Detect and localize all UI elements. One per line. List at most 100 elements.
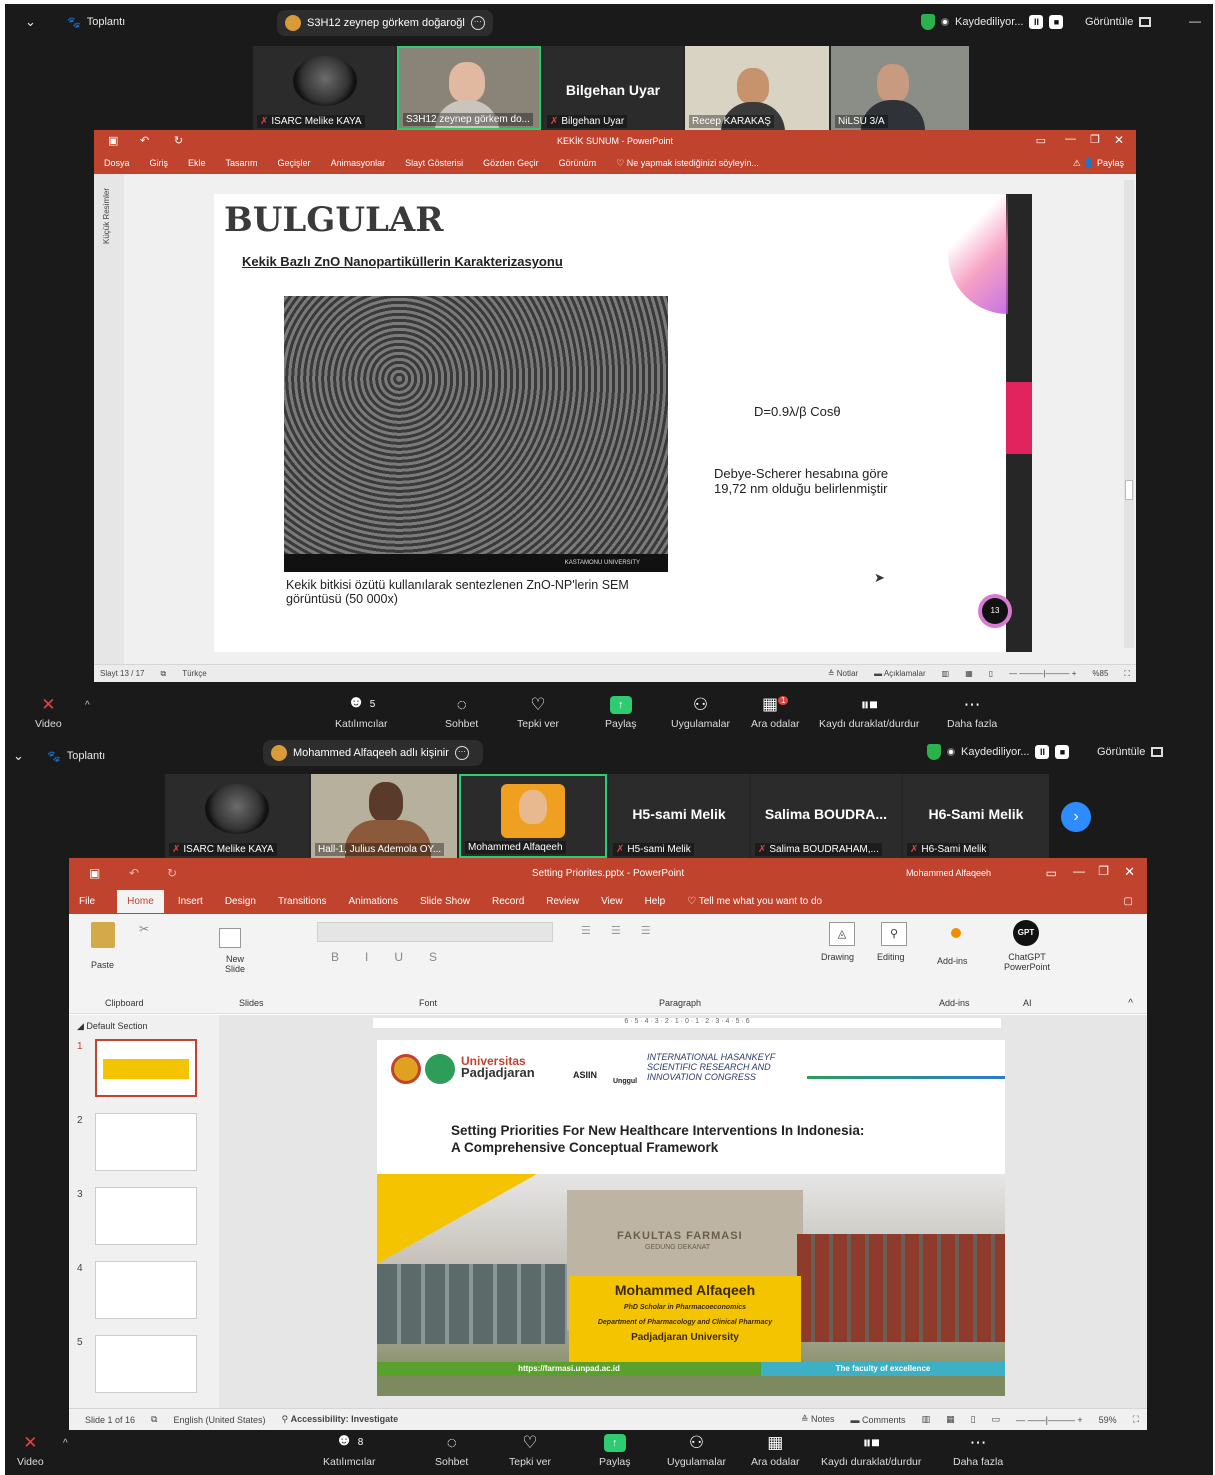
view-button[interactable]: Görüntüle	[1085, 16, 1152, 28]
view-button[interactable]: Görüntüle	[1097, 746, 1164, 758]
participant-tile[interactable]: Recep KARAKAŞ	[685, 46, 829, 130]
reactions-button[interactable]: ♡ Tepki ver	[509, 1434, 551, 1469]
normal-view-icon[interactable]: ▥	[942, 669, 950, 678]
slide-thumbnail[interactable]	[95, 1113, 197, 1171]
meeting-info-button[interactable]: 🐾 Toplantı	[67, 16, 125, 29]
more-button[interactable]: ⋯ Daha fazla	[947, 696, 997, 731]
pause-recording-icon[interactable]: II	[1029, 15, 1044, 29]
paste-button[interactable]: Paste	[91, 960, 114, 970]
close-icon[interactable]: ✕	[1124, 864, 1135, 880]
paste-icon[interactable]	[91, 922, 115, 948]
more-options-icon[interactable]: ···	[454, 746, 469, 760]
participant-tile[interactable]: ✗ ISARC Melike KAYA	[165, 774, 309, 858]
section-header[interactable]: ◢ Default Section	[77, 1021, 147, 1032]
drawing-button[interactable]: Drawing	[821, 952, 854, 962]
participants-button[interactable]: ☻ 5 Katılımcılar	[335, 693, 388, 731]
chevron-down-icon[interactable]: ⌄	[13, 748, 24, 764]
apps-button[interactable]: ⚇ Uygulamalar	[671, 696, 730, 731]
tab-help[interactable]: Help	[645, 896, 666, 907]
record-control-button[interactable]: ⏸⏹ Kaydı duraklat/durdur	[821, 1434, 921, 1469]
zoom-slider[interactable]: — ——|——— +	[1016, 1415, 1083, 1425]
minimize-icon[interactable]: —	[1073, 864, 1085, 878]
comments-button[interactable]: ▬ Comments	[851, 1415, 906, 1425]
video-button[interactable]: ✕ Video	[35, 696, 62, 731]
meeting-info-button[interactable]: 🐾 Toplantı	[47, 750, 105, 763]
menu-home[interactable]: Giriş	[150, 158, 169, 168]
tab-file[interactable]: File	[79, 896, 95, 907]
thumbnail-panel-collapsed[interactable]: Küçük Resimler	[94, 174, 124, 664]
new-slide-button[interactable]: New Slide	[215, 954, 255, 974]
tab-design[interactable]: Design	[225, 896, 256, 907]
tab-slideshow[interactable]: Slide Show	[420, 896, 470, 907]
spell-check-icon[interactable]: ⧉	[160, 669, 166, 679]
slide-sorter-icon[interactable]: ▦	[965, 669, 973, 678]
notes-button[interactable]: ≙ Notlar	[828, 669, 858, 678]
more-button[interactable]: ⋯ Daha fazla	[953, 1434, 1003, 1469]
chatgpt-button[interactable]: ChatGPT PowerPoint	[997, 952, 1057, 972]
participant-tile[interactable]: S3H12 zeynep görkem do...	[397, 46, 541, 130]
slide-canvas[interactable]: BULGULAR Kekik Bazlı ZnO Nanopartiküller…	[214, 194, 1032, 652]
vertical-scrollbar[interactable]	[1124, 180, 1134, 648]
breakout-rooms-button[interactable]: ▦ Ara odalar	[751, 1434, 799, 1469]
menu-slideshow[interactable]: Slayt Gösterisi	[405, 158, 463, 168]
video-button[interactable]: ✕ Video	[17, 1434, 44, 1469]
slide-thumbnail[interactable]	[95, 1039, 197, 1097]
tab-insert[interactable]: Insert	[178, 896, 203, 907]
participant-tile[interactable]: Salima BOUDRA... ✗ Salima BOUDRAHAM,...	[751, 774, 901, 858]
zoom-slider[interactable]: — ———|——— +	[1009, 669, 1076, 678]
ribbon-display-icon[interactable]: ▭	[1036, 134, 1046, 147]
editing-button[interactable]: Editing	[877, 952, 905, 962]
participants-button[interactable]: ☻ 8 Katılımcılar	[323, 1431, 376, 1469]
ribbon-display-icon[interactable]: ▭	[1046, 866, 1057, 880]
font-family-box[interactable]	[317, 922, 553, 942]
screen-share-pill[interactable]: Mohammed Alfaqeeh adlı kişinir ···	[263, 740, 483, 766]
new-slide-icon[interactable]	[219, 928, 241, 948]
user-name[interactable]: Mohammed Alfaqeeh	[906, 868, 991, 878]
tell-me-search[interactable]: ♡ Ne yapmak istediğinizi söyleyin...	[616, 158, 759, 169]
reactions-button[interactable]: ♡ Tepki ver	[517, 696, 559, 731]
minimize-icon[interactable]: —	[1189, 14, 1201, 28]
participant-tile[interactable]: Mohammed Alfaqeeh	[459, 774, 607, 858]
menu-transitions[interactable]: Geçişler	[278, 158, 311, 168]
menu-review[interactable]: Gözden Geçir	[483, 158, 539, 168]
collapse-ribbon-icon[interactable]: ^	[1128, 998, 1133, 1009]
paragraph-buttons[interactable]: ☰☰☰	[581, 924, 671, 937]
cut-icon[interactable]: ✂	[139, 922, 149, 936]
apps-button[interactable]: ⚇ Uygulamalar	[667, 1434, 726, 1469]
share-screen-button[interactable]: ↑ Paylaş	[605, 694, 637, 730]
share-screen-button[interactable]: ↑ Paylaş	[599, 1432, 631, 1468]
slide-thumbnail[interactable]	[95, 1187, 197, 1245]
participant-tile[interactable]: Bilgehan Uyar ✗ Bilgehan Uyar	[543, 46, 683, 130]
search-icon[interactable]: ⚲	[881, 922, 907, 946]
participant-tile[interactable]: H6-Sami Melik ✗ H6-Sami Melik	[903, 774, 1049, 858]
tab-view[interactable]: View	[601, 896, 623, 907]
slide-thumbnail[interactable]	[95, 1261, 197, 1319]
tab-record[interactable]: Record	[492, 896, 524, 907]
slide-canvas[interactable]: Universitas Padjadjaran ASIIN Unggul INT…	[377, 1040, 1005, 1396]
more-options-icon[interactable]: ···	[470, 16, 485, 30]
recording-status[interactable]: Kaydediliyor... II ■	[927, 744, 1070, 760]
screen-share-pill[interactable]: S3H12 zeynep görkem doğaroğl ···	[277, 10, 493, 36]
participant-tile[interactable]: NiLSU 3/A	[831, 46, 969, 130]
addins-button[interactable]: Add-ins	[937, 956, 968, 966]
participant-tile[interactable]: H5-sami Melik ✗ H5-sami Melik	[609, 774, 749, 858]
share-button[interactable]: ⚠ 👤 Paylaş	[1073, 158, 1124, 169]
breakout-rooms-button[interactable]: ▦ 1 Ara odalar	[751, 692, 799, 730]
drawing-icon[interactable]: ◬	[829, 922, 855, 946]
tab-animations[interactable]: Animations	[349, 896, 398, 907]
minimize-icon[interactable]: —	[1065, 133, 1076, 145]
comment-icon[interactable]: ▢	[1124, 896, 1133, 907]
stop-recording-icon[interactable]: ■	[1055, 745, 1070, 759]
pause-recording-icon[interactable]: II	[1035, 745, 1050, 759]
menu-view[interactable]: Görünüm	[559, 158, 597, 168]
tab-home[interactable]: Home	[117, 889, 164, 913]
comments-button[interactable]: ▬ Açıklamalar	[874, 669, 926, 678]
participant-tile[interactable]: ✗ ISARC Melike KAYA	[253, 46, 395, 130]
record-control-button[interactable]: ⏸⏹ Kaydı duraklat/durdur	[819, 696, 919, 731]
tab-review[interactable]: Review	[546, 896, 579, 907]
tab-transitions[interactable]: Transitions	[278, 896, 327, 907]
reading-view-icon[interactable]: ▯	[989, 669, 993, 678]
menu-animations[interactable]: Animasyonlar	[331, 158, 386, 168]
font-format-buttons[interactable]: BIUS	[331, 950, 463, 964]
chevron-up-icon[interactable]: ^	[63, 1438, 68, 1449]
